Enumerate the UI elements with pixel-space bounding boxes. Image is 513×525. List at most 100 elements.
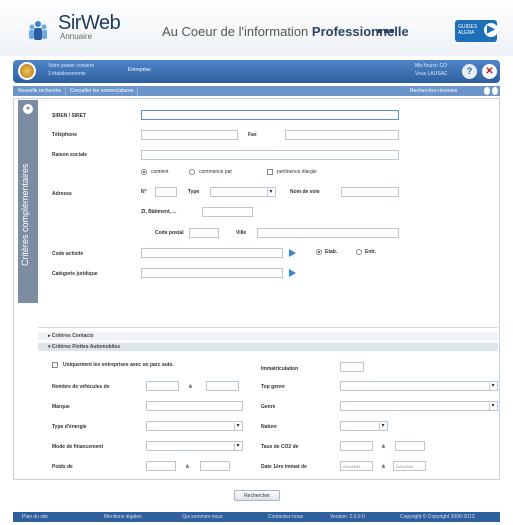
nature-select[interactable]: ▾ <box>340 421 388 431</box>
top-genre-label: Top genre <box>261 384 285 390</box>
nb-vehicules-min-input[interactable] <box>146 381 179 391</box>
nom-voie-label: Nom de voie <box>290 189 320 195</box>
genre-select[interactable]: ▾ <box>340 401 498 411</box>
ville-input[interactable] <box>257 228 399 238</box>
radio-contient[interactable] <box>141 169 147 177</box>
fax-input[interactable] <box>285 130 399 140</box>
logout-button[interactable]: ✕ <box>482 64 497 79</box>
poids-min-input[interactable] <box>146 461 176 471</box>
radio-commence-label: commence par <box>199 169 233 175</box>
code-activite-search-icon[interactable] <box>289 249 296 257</box>
poids-max-input[interactable] <box>200 461 230 471</box>
fax-label: Fax <box>248 132 257 138</box>
logo-subtitle: Annuaire <box>60 32 93 41</box>
nom-voie-input[interactable] <box>341 187 399 197</box>
code-activite-label: Code activité <box>52 251 84 257</box>
taux-co2-min-input[interactable] <box>340 441 373 451</box>
nb-vehicules-a: à <box>189 384 192 390</box>
footer-link-about[interactable]: Qui sommes-nous <box>182 514 223 520</box>
mode-financement-select[interactable]: ▾ <box>146 441 243 451</box>
type-energie-label: Type d'énergie <box>52 424 87 430</box>
help-button[interactable]: ? <box>462 64 477 79</box>
poids-a: à <box>186 464 189 470</box>
radio-entr-label: Entr. <box>365 249 377 255</box>
basket-text-line1[interactable]: Votre panier contient <box>48 63 94 69</box>
poids-label: Poids de <box>52 464 73 470</box>
siren-label: SIREN / SIRET <box>52 113 87 119</box>
section-divider <box>38 327 498 328</box>
recent-nav-icons[interactable] <box>484 87 498 95</box>
categorie-juridique-input[interactable] <box>141 268 283 278</box>
telephone-label: Téléphone <box>52 132 78 138</box>
tagline-prefix: Au Coeur de l'information <box>162 24 312 39</box>
categorie-juridique-label: Catégorie juridique <box>52 271 98 277</box>
telephone-input[interactable] <box>141 130 238 140</box>
immatriculation-label: Immatriculation <box>261 366 299 372</box>
marque-input[interactable] <box>146 401 243 411</box>
sidebar-title[interactable]: Critères complémentaires <box>20 150 36 280</box>
recent-searches-link[interactable]: Recherches récentes <box>410 87 457 95</box>
basket-icon[interactable] <box>18 62 36 80</box>
code-activite-input[interactable] <box>141 248 283 258</box>
section-flottes-title[interactable]: ▾ Critères Flottes Automobiles <box>48 344 120 350</box>
prev-icon[interactable] <box>484 87 490 95</box>
complement-input[interactable] <box>202 207 253 217</box>
radio-etab[interactable] <box>316 249 322 257</box>
chevron-down-icon: ▾ <box>234 423 241 430</box>
code-postal-input[interactable] <box>189 228 219 238</box>
adresse-label: Adresse <box>52 191 72 197</box>
checkbox-only-parc[interactable] <box>52 362 58 368</box>
siren-input[interactable] <box>141 110 399 120</box>
search-button[interactable]: Rechercher <box>234 490 280 501</box>
numero-input[interactable] <box>155 187 177 197</box>
checkbox-pertinence[interactable] <box>267 169 273 175</box>
immatriculation-input[interactable] <box>340 362 364 372</box>
top-genre-select[interactable]: ▾ <box>340 381 498 391</box>
footer-link-plan[interactable]: Plan du site <box>22 514 48 520</box>
chevron-down-icon: ▾ <box>267 189 274 196</box>
footer-link-mentions[interactable]: Mentions légales <box>104 514 142 520</box>
logo-icon <box>29 21 47 40</box>
date-immat-label: Date 1ère immat de <box>261 464 307 470</box>
raison-sociale-label: Raison sociale <box>52 152 88 158</box>
raison-sociale-input[interactable] <box>141 150 399 160</box>
footer-link-contact[interactable]: Contactez-nous <box>268 514 303 520</box>
date-immat-min-input[interactable]: AAAAMM <box>340 461 373 471</box>
nb-vehicules-max-input[interactable] <box>206 381 239 391</box>
tagline: Au Coeur de l'information Professionnell… <box>162 24 409 39</box>
radio-commence[interactable] <box>189 169 195 177</box>
taux-co2-label: Taux de CO2 de <box>261 444 299 450</box>
next-icon[interactable] <box>492 87 498 95</box>
checkbox-only-parc-label: Uniquement les entreprises avec un parc … <box>63 362 174 368</box>
genre-label: Genre <box>261 404 276 410</box>
ville-label: Ville <box>236 230 247 236</box>
checkbox-pertinence-label: pertinence élargie <box>277 169 317 175</box>
chevron-down-icon: ▾ <box>489 403 496 410</box>
categorie-juridique-search-icon[interactable] <box>289 269 296 277</box>
mode-financement-label: Mode de financement <box>52 444 104 450</box>
tab-new-search[interactable]: Nouvelle recherche <box>14 87 67 95</box>
type-voie-label: Type <box>188 189 200 195</box>
sidebar-toggle-icon[interactable]: ● <box>23 104 33 114</box>
date-immat-a: à <box>382 464 385 470</box>
type-energie-select[interactable]: ▾ <box>146 421 243 431</box>
date-immat-max-input[interactable]: AAAAMM <box>393 461 426 471</box>
numero-label: N° <box>141 189 147 195</box>
radio-entr[interactable] <box>356 249 362 257</box>
basket-text-line2[interactable]: 3 établissements <box>48 71 86 77</box>
section-contacts-bar[interactable] <box>38 332 498 340</box>
type-voie-select[interactable]: ▾ <box>210 187 276 197</box>
tab-nomenclature[interactable]: Consulter les nomenclatures <box>66 87 139 95</box>
taux-co2-max-input[interactable] <box>395 441 425 451</box>
code-postal-label: Code postal <box>155 230 184 236</box>
play-icon[interactable]: ▶ <box>484 23 498 37</box>
nature-label: Nature <box>261 424 277 430</box>
footer-version: Version: 2.0.0.0 <box>330 514 365 520</box>
section-contacts-title[interactable]: ▸ Critères Contacts <box>48 333 94 339</box>
chevron-down-icon: ▾ <box>234 443 241 450</box>
chevron-down-icon: ▾ <box>379 423 386 430</box>
marque-label: Marque <box>52 404 70 410</box>
tagline-dots-icon <box>378 29 396 34</box>
account-line2: Vous LAUSAC <box>415 71 448 77</box>
radio-contient-label: contient <box>151 169 169 175</box>
